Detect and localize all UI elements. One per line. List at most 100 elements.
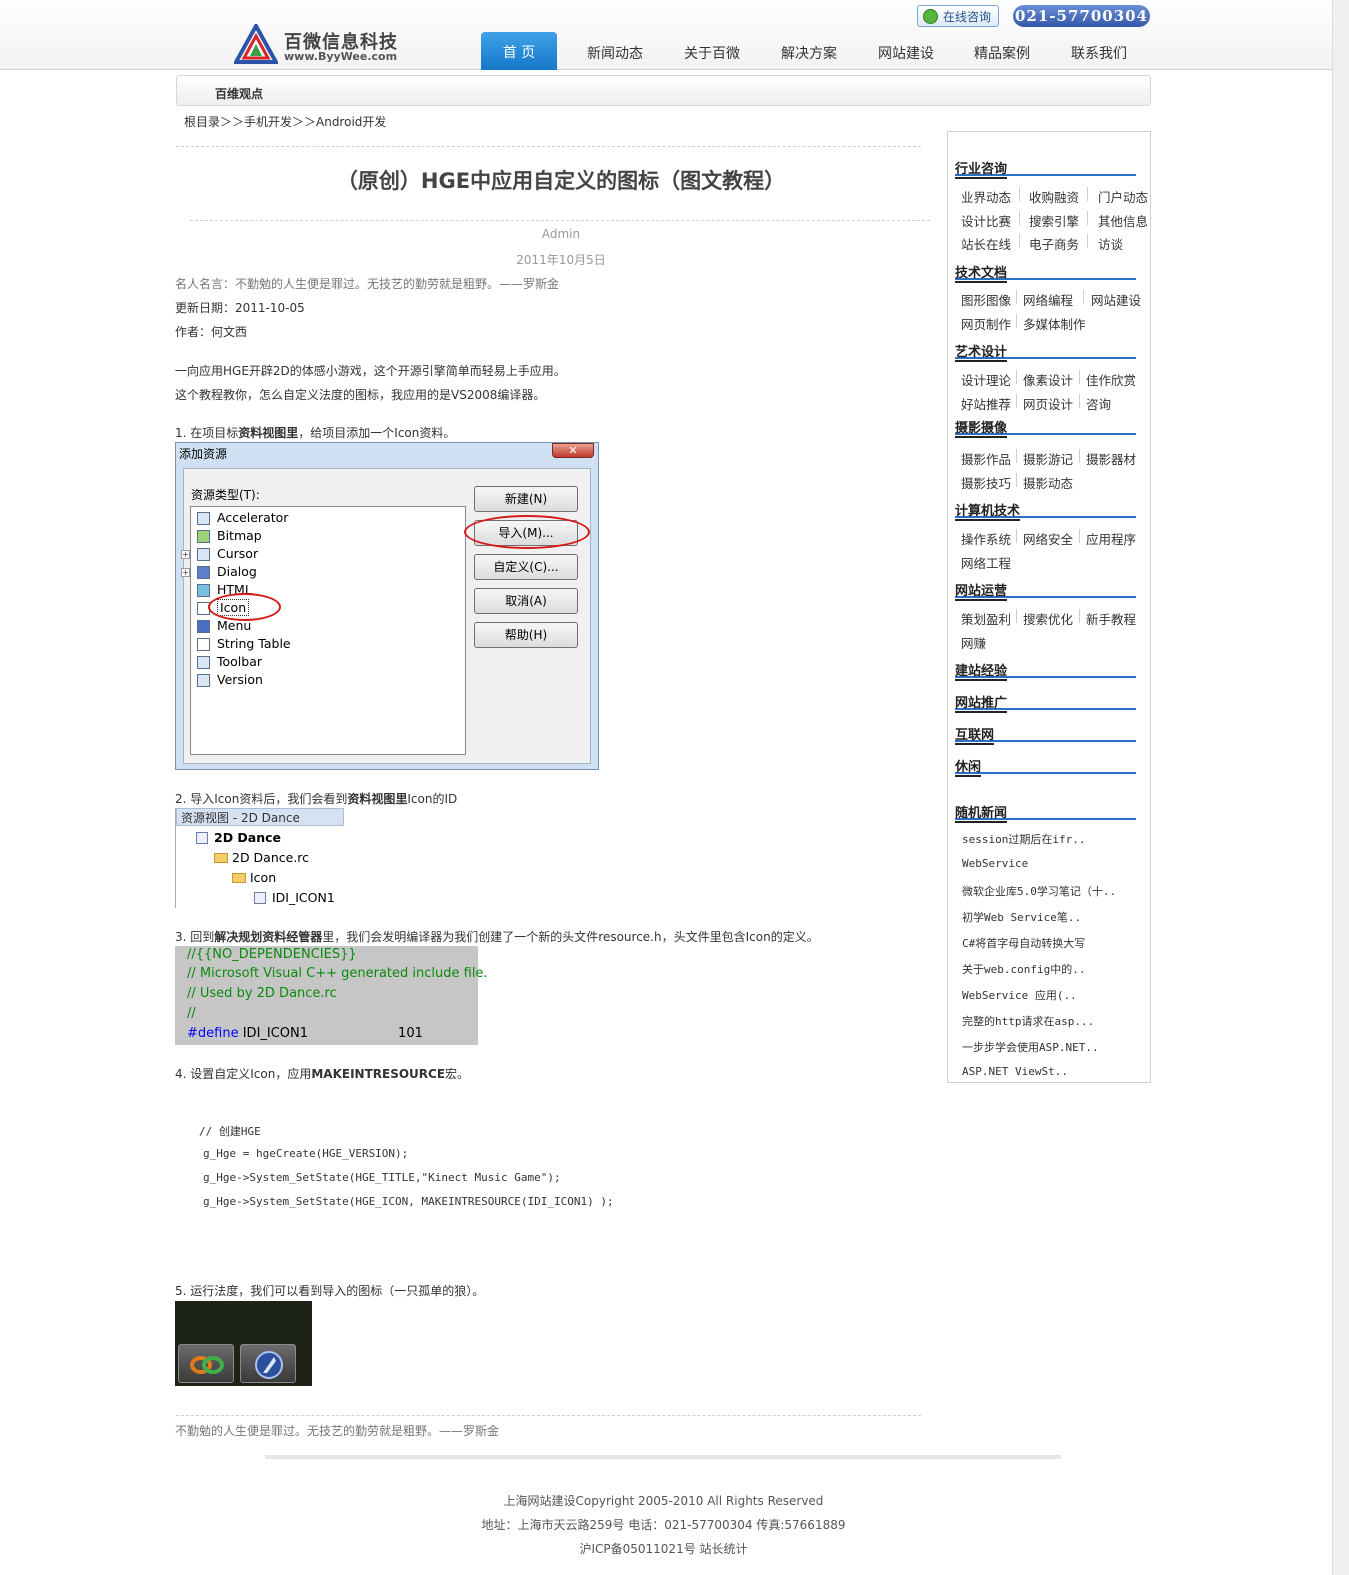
sidebar-link[interactable]: 网络工程 [961,553,1011,572]
sidebar-link[interactable]: 网页制作 [961,314,1011,333]
footer-copyright: 上海网站建设Copyright 2005-2010 All Rights Res… [503,1494,824,1508]
sidebar-heading-tech-docs[interactable]: 技术文档 [955,262,1136,283]
accelerator-icon [197,512,210,525]
nav-solutions[interactable]: 解决方案 [764,32,854,70]
breadcrumb[interactable]: 根目录＞＞手机开发＞＞Android开发 [184,113,386,130]
project-icon [196,832,208,844]
vertical-scrollbar[interactable] [1332,0,1349,1575]
sidebar-link[interactable]: 佳作欣赏 [1086,370,1136,389]
random-news-item[interactable]: 微软企业库5.0学习笔记（十.. [962,883,1116,899]
sidebar-link[interactable]: 摄影动态 [1023,473,1073,492]
sidebar-link[interactable]: 电子商务 [1029,234,1079,253]
site-logo[interactable]: 百微信息科技 www.ByyWee.com [234,24,404,64]
intro-paragraph-2: 这个教程教你，怎么自定义法度的图标，我应用的是VS2008编译器。 [175,388,546,402]
sidebar-heading-computer-tech[interactable]: 计算机技术 [955,500,1136,521]
sidebar-link[interactable]: 网络安全 [1023,529,1073,548]
sidebar-link[interactable]: 其他信息 [1098,211,1148,230]
nav-news[interactable]: 新闻动态 [570,32,660,70]
tree-item-icon-folder: Icon [232,870,276,885]
separator [1016,449,1017,463]
step-4-text: 4. 设置自定义Icon，应用MAKEINTRESOURCE宏。 [175,1067,470,1081]
sidebar-link[interactable]: 像素设计 [1023,370,1073,389]
sidebar-link[interactable]: 设计比赛 [961,211,1011,230]
sidebar-link[interactable]: 摄影游记 [1023,449,1073,468]
nav-home[interactable]: 首 页 [481,32,557,70]
random-news-item[interactable]: C#将首字母自动转换大写 [962,935,1085,951]
sidebar-link[interactable]: 新手教程 [1086,609,1136,628]
sidebar-link[interactable]: 网赚 [961,633,986,652]
resource-file-icon [254,892,266,904]
random-news-item[interactable]: WebService [962,857,1028,870]
sidebar-heading-industry[interactable]: 行业咨询 [955,158,1136,179]
random-news-item[interactable]: session过期后在ifr.. [962,831,1085,847]
list-item: Version [197,672,263,687]
sidebar-link[interactable]: 站长在线 [961,234,1011,253]
author-line: 作者：何文西 [175,325,248,339]
sidebar-heading-promotion[interactable]: 网站推广 [955,692,1136,713]
sidebar-link[interactable]: 应用程序 [1086,529,1136,548]
separator [1087,211,1088,225]
nav-about[interactable]: 关于百微 [667,32,757,70]
footer-icp[interactable]: 沪ICP备05011021号 站长统计 [176,1540,1151,1557]
separator [1079,609,1080,623]
sidebar-link[interactable]: 策划盈利 [961,609,1011,628]
sidebar-heading-leisure[interactable]: 休闲 [955,756,1136,777]
divider [190,220,930,221]
logo-mark-icon [234,24,278,64]
sidebar-link[interactable]: 多媒体制作 [1023,314,1086,333]
sidebar-heading-photography[interactable]: 摄影摄像 [955,417,1136,438]
sidebar-link[interactable]: 访谈 [1098,234,1123,253]
sidebar-link[interactable]: 网页设计 [1023,394,1073,413]
separator [1016,314,1017,328]
nav-cases[interactable]: 精品案例 [957,32,1047,70]
sidebar-heading-site-experience[interactable]: 建站经验 [955,660,1136,681]
sidebar-heading-art-design[interactable]: 艺术设计 [955,341,1136,362]
sidebar-link[interactable]: 搜索引擎 [1029,211,1079,230]
random-news-item[interactable]: 初学Web Service笔.. [962,909,1081,925]
sidebar-link[interactable]: 咨询 [1086,394,1111,413]
random-news-item[interactable]: 一步步学会使用ASP.NET.. [962,1039,1099,1055]
sidebar-link[interactable]: 摄影作品 [961,449,1011,468]
separator [1019,211,1020,225]
sidebar-link[interactable]: 摄影技巧 [961,473,1011,492]
folder-icon [214,853,228,863]
version-icon [197,674,210,687]
sidebar-link[interactable]: 设计理论 [961,370,1011,389]
separator [1016,290,1017,304]
sidebar-link[interactable]: 门户动态 [1098,187,1148,206]
sidebar-link[interactable]: 摄影器材 [1086,449,1136,468]
sidebar-link[interactable]: 搜索优化 [1023,609,1073,628]
resource-view-title: 资源视图 - 2D Dance [176,808,344,826]
sidebar-link[interactable]: 好站推荐 [961,394,1011,413]
sidebar-heading-internet[interactable]: 互联网 [955,724,1136,745]
footer-divider [265,1455,1061,1459]
step-2-text: 2. 导入Icon资料后，我们会看到资料视图里Icon的ID [175,792,458,806]
sidebar-link[interactable]: 业界动态 [961,187,1011,206]
sidebar-link[interactable]: 操作系统 [961,529,1011,548]
separator [1079,449,1080,463]
random-news-item[interactable]: ASP.NET ViewSt.. [962,1065,1068,1078]
sidebar-link[interactable]: 网络编程 [1023,290,1073,309]
random-news-item[interactable]: 关于web.config中的.. [962,961,1085,977]
highlight-oval [208,593,281,621]
separator [1087,187,1088,201]
article-date: 2011年10月5日 [516,253,606,267]
random-news-item[interactable]: 完整的http请求在asp... [962,1013,1094,1029]
code-line: //{{NO_DEPENDENCIES}} [187,947,357,962]
online-consult-label: 在线咨询 [943,10,992,24]
toolbar-icon [197,656,210,669]
wolf-app-icon [240,1344,296,1383]
sidebar: 行业咨询 业界动态 收购融资 门户动态 设计比赛 搜索引擎 其他信息 站长在线 … [947,131,1151,1083]
sidebar-link[interactable]: 网站建设 [1091,290,1141,309]
sidebar-link[interactable]: 图形图像 [961,290,1011,309]
sidebar-heading-operations[interactable]: 网站运营 [955,580,1136,601]
resource-type-label: 资源类型(T): [191,488,260,502]
custom-button: 自定义(C)... [474,554,578,580]
random-news-item[interactable]: WebService 应用(.. [962,987,1077,1003]
nav-website-building[interactable]: 网站建设 [861,32,951,70]
sidebar-link[interactable]: 收购融资 [1029,187,1079,206]
step-5-text: 5. 运行法度，我们可以看到导入的图标（一只孤单的狼）。 [175,1284,485,1298]
nav-contact[interactable]: 联系我们 [1054,32,1144,70]
online-consult-button[interactable]: 在线咨询 [917,5,999,27]
footer-address: 地址：上海市天云路259号 电话：021-57700304 传真:5766188… [481,1518,846,1532]
